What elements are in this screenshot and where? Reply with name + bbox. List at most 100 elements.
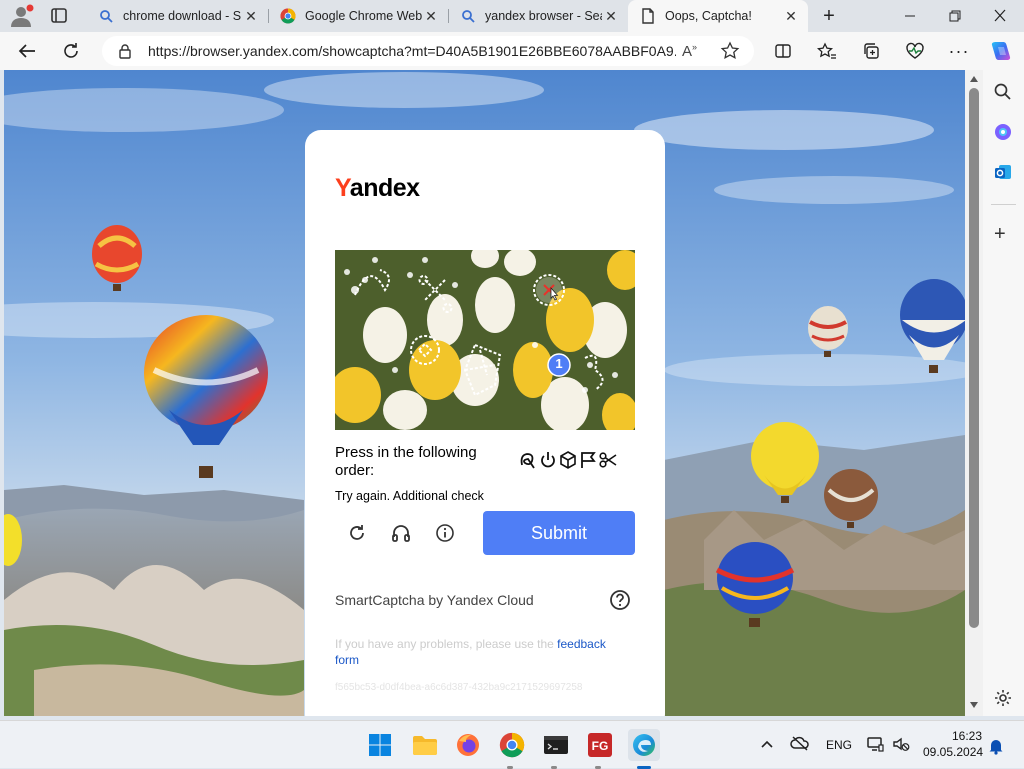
tab-oops-captcha[interactable]: Oops, Captcha! ✕ [628,0,808,32]
tab-strip: chrome download - S ✕ Google Chrome Web … [0,0,1024,32]
language-indicator[interactable]: ENG [826,738,852,752]
request-id: f565bc53-d0df4bea-a6c6d387-432ba9c217152… [335,682,583,693]
scrollbar-thumb[interactable] [969,88,979,628]
logo-initial: Y [335,174,350,202]
monitor-icon [867,737,884,752]
show-hidden-icons-button[interactable] [760,737,774,755]
read-aloud-icon[interactable]: A» [682,42,697,60]
folder-icon [413,736,437,755]
page-content: Yandex 1 Press in the following order: T… [4,70,965,716]
volume-button[interactable] [892,735,910,758]
new-tab-button[interactable]: + [818,6,840,26]
file-explorer-button[interactable] [409,729,441,761]
outlook-icon [995,165,1011,179]
cloud-offline-icon [790,736,809,751]
search-icon [994,83,1011,100]
tab-actions-button[interactable] [48,6,70,26]
cube-icon [560,451,576,469]
refresh-icon [64,43,78,58]
captcha-card: Yandex 1 Press in the following order: T… [305,130,665,716]
browser-toolbar: https://browser.yandex.com/showcaptcha?m… [0,32,1024,70]
copilot-button[interactable] [986,36,1016,66]
click-marker-number: 1 [555,356,563,371]
profile-avatar[interactable] [8,4,34,28]
close-tab-icon[interactable]: ✕ [782,7,800,25]
address-bar[interactable]: https://browser.yandex.com/showcaptcha?m… [102,36,754,66]
copilot-icon [991,42,1011,60]
shopping-icon [995,124,1011,140]
address-url[interactable]: https://browser.yandex.com/showcaptcha?m… [148,43,676,59]
chrome-icon [499,732,525,758]
sidebar-add-button[interactable]: + [994,224,1006,244]
favorites-icon [817,42,836,59]
speaker-muted-icon [893,737,910,751]
captcha-image[interactable]: 1 [335,250,635,430]
power-icon [541,452,555,468]
refresh-button[interactable] [56,36,86,66]
clock-time[interactable]: 16:23 [952,729,982,743]
close-window-button[interactable] [990,8,1010,24]
clock-date[interactable]: 09.05.2024 [923,745,983,759]
selected-marker-icon [536,277,562,303]
scroll-down-icon[interactable] [970,702,978,708]
edge-icon [633,734,655,756]
info-button[interactable] [432,520,458,546]
tab-title: Oops, Captcha! [665,9,752,23]
back-button[interactable] [12,36,42,66]
close-icon [994,9,1006,22]
start-button[interactable] [364,729,396,761]
search-icon [460,8,476,24]
scroll-up-icon[interactable] [970,76,978,82]
favorite-star-icon[interactable] [720,41,740,66]
browser-essentials-button[interactable] [900,36,930,66]
split-screen-button[interactable] [768,36,798,66]
close-tab-icon[interactable]: ✕ [422,7,440,25]
firefox-icon [457,734,479,756]
tab-title: chrome download - S [123,9,242,23]
sidebar-copilot-button[interactable] [993,122,1013,147]
terminal-button[interactable] [540,729,572,761]
tab-title: yandex browser - Sea [485,9,602,23]
display-button[interactable] [866,735,884,758]
search-icon [98,8,114,24]
minimize-button[interactable] [900,8,920,24]
lock-icon[interactable] [118,43,132,64]
tab-chrome-download[interactable]: chrome download - S ✕ [86,0,268,32]
close-tab-icon[interactable]: ✕ [602,7,620,25]
tab-yandex-browser[interactable]: yandex browser - Sea ✕ [448,0,628,32]
onedrive-button[interactable] [790,735,810,756]
minimize-icon [905,15,915,17]
restore-button[interactable] [945,8,965,24]
back-arrow-icon [18,44,35,58]
fraps-app-button[interactable]: FG [584,729,616,761]
restore-icon [949,10,961,22]
submit-button[interactable]: Submit [483,511,635,555]
page-scrollbar[interactable] [965,70,983,716]
sidebar-settings-button[interactable] [993,688,1013,713]
favorites-button[interactable] [812,36,842,66]
refresh-captcha-button[interactable] [344,520,370,546]
firefox-button[interactable] [452,729,484,761]
sidebar-outlook-button[interactable] [993,162,1013,187]
captcha-instruction: Press in the following order: [335,444,477,479]
split-screen-icon [775,44,791,58]
tab-title: Google Chrome Web [305,9,422,23]
terminal-icon [544,736,568,754]
collections-button[interactable] [856,36,886,66]
windows-logo-icon [369,734,391,756]
audio-captcha-button[interactable] [388,520,414,546]
help-icon[interactable] [609,589,631,611]
tab-actions-icon [51,8,67,23]
close-tab-icon[interactable]: ✕ [242,7,260,25]
profile-icon [11,4,34,27]
refresh-icon [350,525,364,540]
sidebar-search-button[interactable] [993,82,1013,107]
chrome-taskbar-button[interactable] [496,729,528,761]
tab-chrome-web[interactable]: Google Chrome Web ✕ [268,0,448,32]
edge-taskbar-button[interactable] [628,729,660,761]
edge-sidebar: + [983,70,1024,716]
settings-more-button[interactable]: ··· [944,36,974,66]
notifications-button[interactable] [988,737,1004,760]
info-icon [436,524,454,542]
try-again-message: Try again. Additional check [335,489,484,503]
